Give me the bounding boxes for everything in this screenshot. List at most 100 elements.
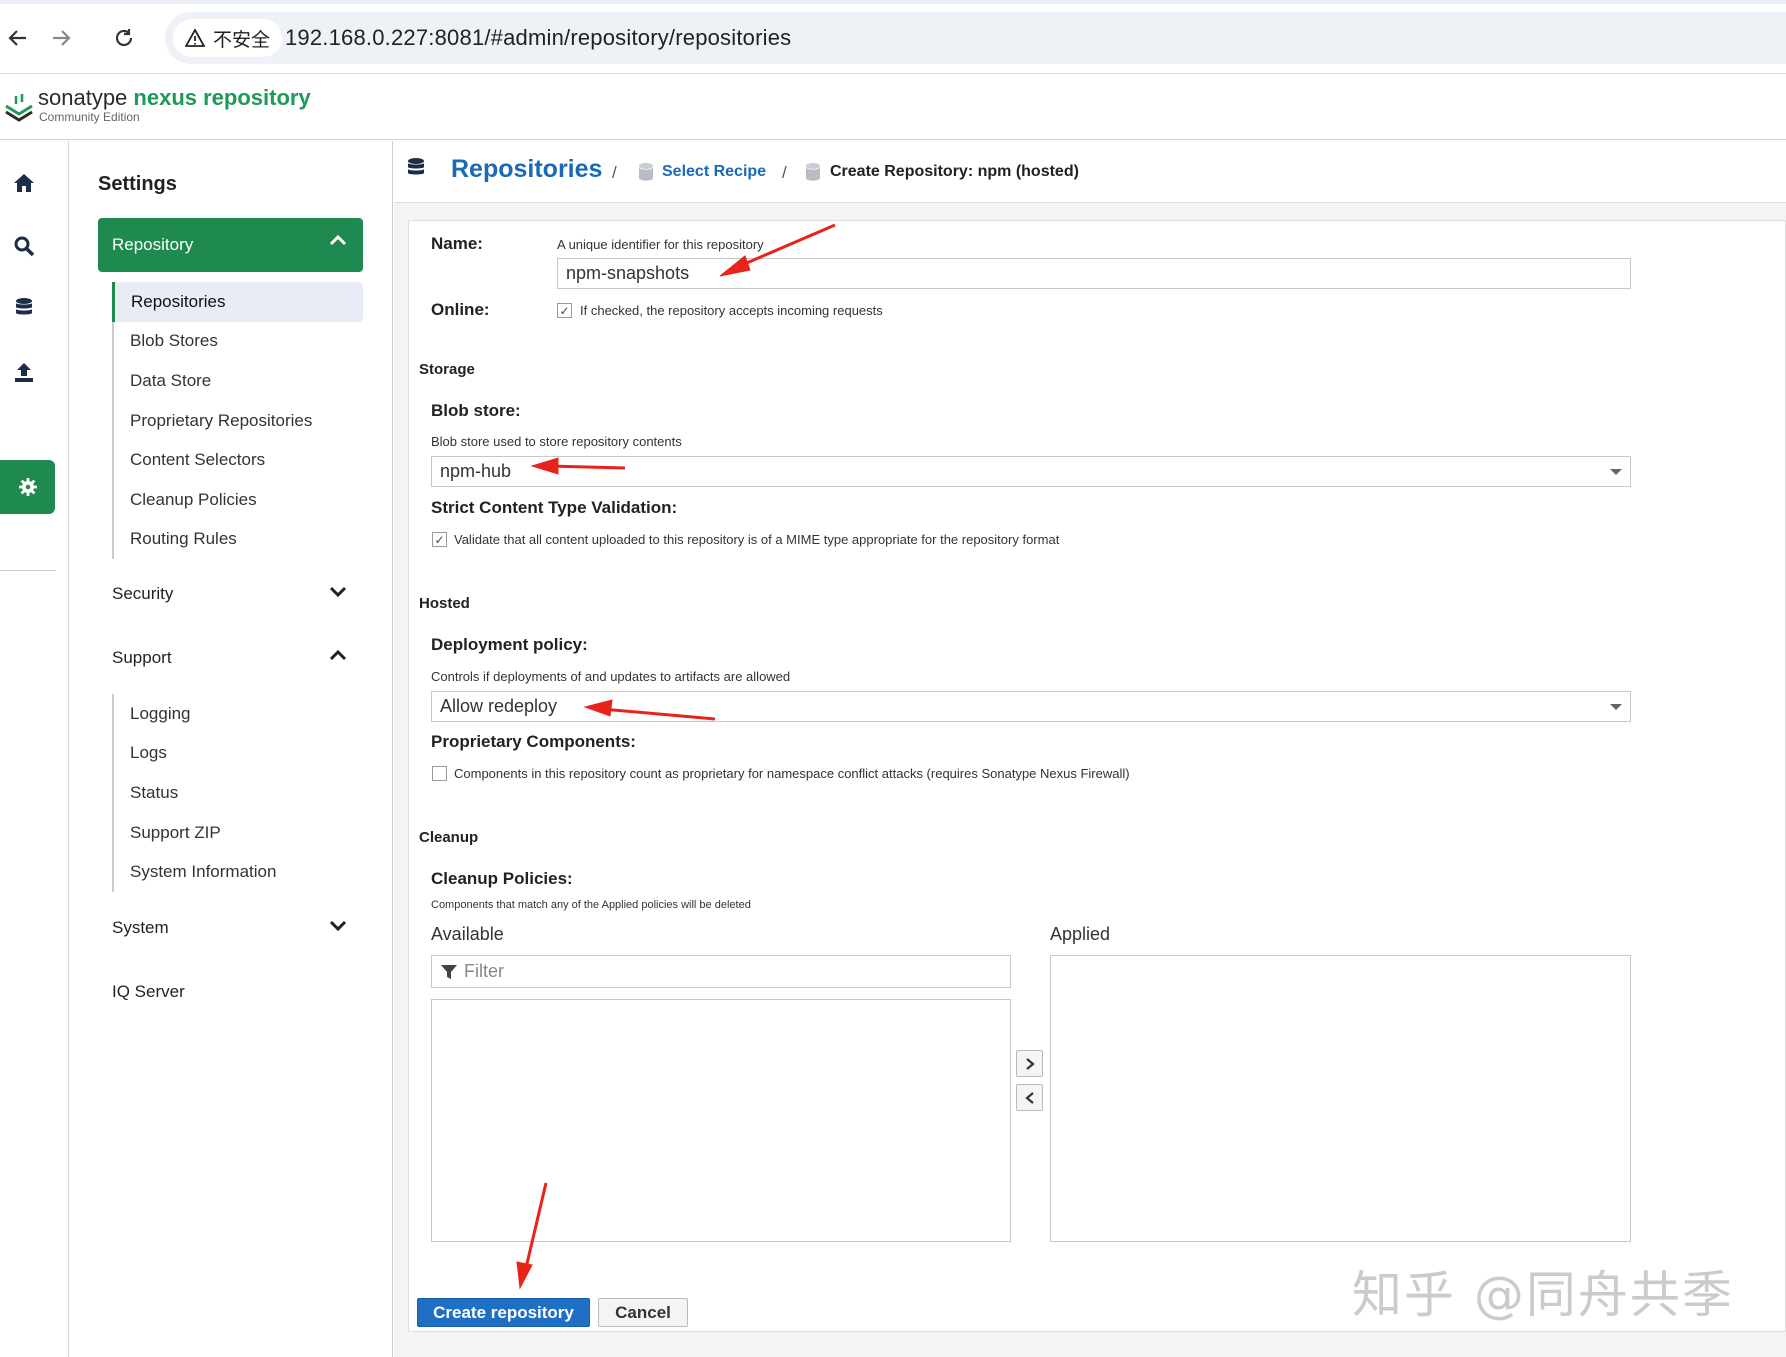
strict-validation-checkbox[interactable]: ✓ — [432, 532, 447, 547]
sidebar-group-iq-server[interactable]: IQ Server — [112, 977, 363, 1007]
deployment-policy-help: Controls if deployments of and updates t… — [431, 669, 791, 684]
edition-label: Community Edition — [39, 110, 140, 124]
tab-strip — [0, 0, 1786, 4]
applied-policies-list[interactable] — [1050, 955, 1631, 1242]
arrow-right-icon — [53, 30, 71, 46]
group-label: Security — [112, 584, 174, 603]
group-label: System — [112, 918, 169, 937]
filter-icon — [441, 964, 457, 979]
dropdown-arrow-icon — [1610, 704, 1622, 710]
group-label: IQ Server — [112, 982, 185, 1001]
sidebar-item-cleanup-policies[interactable]: Cleanup Policies — [114, 480, 363, 520]
create-repository-button[interactable]: Create repository — [417, 1298, 590, 1327]
deployment-policy-select[interactable]: Allow redeploy — [431, 691, 1631, 722]
sidebar-item-blob-stores[interactable]: Blob Stores — [114, 322, 363, 362]
url-text[interactable]: 192.168.0.227:8081/#admin/repository/rep… — [285, 25, 791, 51]
sidebar-item-routing-rules[interactable]: Routing Rules — [114, 520, 363, 560]
filter-placeholder: Filter — [464, 961, 504, 981]
sidebar-item-status[interactable]: Status — [114, 773, 363, 813]
move-right-button[interactable] — [1016, 1050, 1043, 1077]
cleanup-policies-label: Cleanup Policies: — [431, 869, 573, 888]
breadcrumb-select-recipe[interactable]: Select Recipe — [662, 163, 766, 181]
reload-icon — [115, 29, 133, 47]
group-label: Repository — [112, 235, 194, 254]
support-submenu: Logging Logs Status Support ZIP System I… — [112, 694, 363, 892]
warning-icon — [185, 29, 205, 47]
strict-validation-help: Validate that all content uploaded to th… — [454, 532, 1060, 547]
address-bar[interactable]: 不安全 192.168.0.227:8081/#admin/repository… — [165, 12, 1786, 64]
breadcrumb-current: Create Repository: npm (hosted) — [830, 163, 1079, 180]
available-policies-list[interactable] — [431, 999, 1011, 1242]
dropdown-arrow-icon — [1610, 469, 1622, 475]
search-icon[interactable] — [12, 234, 36, 258]
online-label: Online: — [431, 300, 490, 319]
recipe-database-icon — [639, 163, 653, 181]
settings-title: Settings — [98, 173, 177, 195]
cleanup-policies-help: Components that match any of the Applied… — [431, 899, 751, 911]
chevron-right-icon — [1025, 1057, 1035, 1070]
brand-name[interactable]: sonatype nexus repository — [38, 85, 311, 111]
brand-plain: sonatype — [38, 85, 128, 110]
breadcrumb-separator: / — [612, 163, 617, 182]
move-left-button[interactable] — [1016, 1084, 1043, 1111]
sidebar-item-repositories[interactable]: Repositories — [112, 282, 363, 322]
database-icon — [408, 158, 424, 175]
home-icon[interactable] — [12, 171, 36, 195]
cleanup-section-title: Cleanup — [419, 829, 479, 846]
deployment-policy-value: Allow redeploy — [440, 696, 558, 716]
hosted-section-title: Hosted — [419, 595, 470, 612]
chevron-down-icon — [329, 586, 347, 597]
reload-button[interactable] — [106, 20, 142, 56]
security-chip[interactable]: 不安全 — [173, 19, 283, 57]
sidebar-item-content-selectors[interactable]: Content Selectors — [114, 440, 363, 480]
gear-icon — [18, 478, 37, 496]
sidebar-item-proprietary-repositories[interactable]: Proprietary Repositories — [114, 401, 363, 441]
arrow-left-icon — [8, 30, 26, 46]
filter-input[interactable]: Filter — [431, 955, 1011, 988]
brand-accent: nexus repository — [133, 85, 311, 110]
sidebar-group-system[interactable]: System — [112, 913, 363, 943]
settings-sidebar: Settings Repository Repositories Blob St… — [70, 141, 393, 1357]
chevron-left-icon — [1024, 1091, 1034, 1104]
cancel-button[interactable]: Cancel — [598, 1298, 688, 1327]
name-input[interactable]: npm-snapshots — [557, 258, 1631, 289]
proprietary-components-checkbox[interactable] — [432, 766, 447, 781]
breadcrumb-repositories[interactable]: Repositories — [451, 155, 602, 184]
database-icon[interactable] — [12, 296, 36, 320]
security-label: 不安全 — [213, 29, 271, 51]
sidebar-group-security[interactable]: Security — [112, 579, 363, 609]
sidebar-item-logs[interactable]: Logs — [114, 734, 363, 774]
browser-toolbar: 不安全 192.168.0.227:8081/#admin/repository… — [0, 0, 1786, 74]
repository-database-icon — [806, 163, 820, 181]
watermark: 知乎 @同舟共季 — [1352, 1266, 1734, 1324]
chevron-up-icon — [329, 649, 347, 661]
repository-submenu: Repositories Blob Stores Data Store Prop… — [112, 282, 363, 560]
blob-store-help: Blob store used to store repository cont… — [431, 434, 682, 449]
proprietary-components-label: Proprietary Components: — [431, 732, 636, 751]
name-help: A unique identifier for this repository — [557, 237, 764, 252]
blob-store-select[interactable]: npm-hub — [431, 456, 1631, 487]
blob-store-label: Blob store: — [431, 401, 521, 420]
online-checkbox[interactable]: ✓ — [557, 303, 572, 318]
name-label: Name: — [431, 234, 483, 253]
blob-store-value: npm-hub — [440, 461, 512, 481]
sidebar-group-support[interactable]: Support — [112, 643, 363, 673]
applied-label: Applied — [1050, 924, 1111, 944]
icon-rail — [0, 141, 69, 1357]
sidebar-group-repository[interactable]: Repository — [98, 218, 363, 272]
sidebar-item-support-zip[interactable]: Support ZIP — [114, 813, 363, 853]
strict-validation-label: Strict Content Type Validation: — [431, 498, 678, 517]
forward-button[interactable] — [43, 20, 79, 56]
online-help: If checked, the repository accepts incom… — [580, 303, 883, 318]
available-label: Available — [431, 924, 504, 944]
proprietary-components-help: Components in this repository count as p… — [454, 766, 1130, 781]
breadcrumb-separator: / — [782, 163, 787, 182]
sidebar-item-logging[interactable]: Logging — [114, 694, 363, 734]
upload-icon[interactable] — [12, 360, 36, 384]
sidebar-item-data-store[interactable]: Data Store — [114, 361, 363, 401]
storage-section-title: Storage — [419, 361, 475, 378]
sidebar-item-system-information[interactable]: System Information — [114, 852, 363, 892]
back-button[interactable] — [0, 20, 36, 56]
deployment-policy-label: Deployment policy: — [431, 635, 588, 654]
settings-gear-button[interactable] — [0, 460, 55, 514]
